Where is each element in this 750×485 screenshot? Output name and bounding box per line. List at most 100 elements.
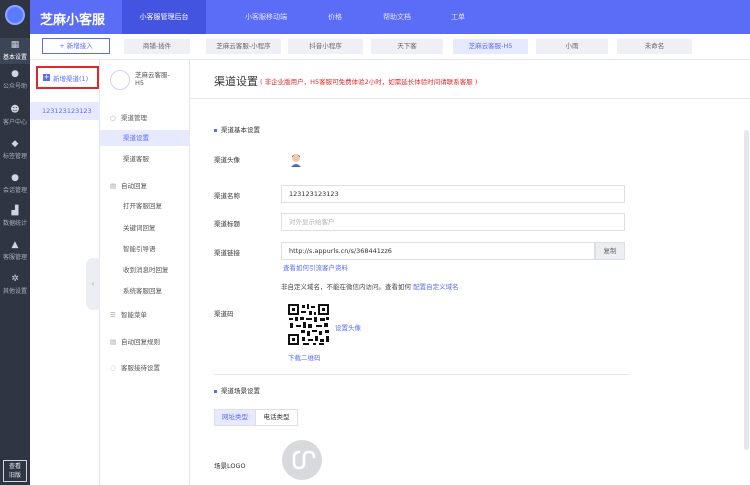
- main-content: 渠道设置 ( 非企业版用户，H5客服可免费体验2小时，如需延长体验时间请联系客服…: [190, 60, 750, 485]
- channel-item[interactable]: 123123123123: [30, 102, 100, 120]
- link-help-link[interactable]: 查看如何引流客户资料: [283, 262, 348, 272]
- rail-item-agents[interactable]: ▲ 客服管理: [0, 240, 30, 262]
- menu-group-auto-reply[interactable]: ▤ 自动回复: [110, 180, 147, 190]
- menu-group-smart-menu[interactable]: ☰ 智能菜单: [110, 309, 147, 319]
- rail-item-label: 数据统计: [2, 220, 27, 227]
- add-channel-label: 新增渠道(1): [53, 75, 89, 83]
- topnav-tickets[interactable]: 工单: [440, 0, 476, 34]
- scene-tab-url[interactable]: 网址类型: [214, 409, 256, 426]
- rail-item-official-account[interactable]: ● 公众号助: [0, 69, 30, 91]
- app-logo-icon[interactable]: [5, 5, 25, 25]
- section-divider: [214, 374, 630, 375]
- rail-item-label: 客服管理: [2, 254, 27, 261]
- plus-icon: +: [43, 73, 50, 81]
- link-label: 渠道链接: [214, 249, 240, 257]
- rail-item-other-settings[interactable]: ✲ 其他设置: [0, 274, 30, 296]
- menu-item-system-reply[interactable]: 系统客服回复: [100, 283, 190, 299]
- section-scene-title: 渠道场景设置: [214, 385, 260, 395]
- link-icon: ○: [110, 114, 116, 122]
- collapse-panel-button[interactable]: ‹: [86, 258, 100, 310]
- rule-icon: ▤: [110, 338, 117, 346]
- channel-avatar-icon[interactable]: [290, 153, 302, 167]
- title-divider: [190, 98, 750, 99]
- custom-domain-link[interactable]: 配置自定义域名: [413, 283, 459, 291]
- brand-title: 芝麻小客服: [40, 13, 106, 28]
- menu-group-label: 智能菜单: [121, 311, 147, 319]
- topnav-docs[interactable]: 帮助文档: [367, 0, 427, 34]
- link-icon: [292, 450, 316, 470]
- tab-tianxiake[interactable]: 天下客: [371, 39, 443, 54]
- topnav-mobile[interactable]: 小客服移动端: [226, 0, 306, 34]
- rail-item-label: 其他设置: [2, 288, 27, 295]
- grid-icon: ▦: [10, 40, 20, 50]
- rail-item-basic-settings[interactable]: ▦ 基本设置: [0, 38, 30, 64]
- rail-item-label: 标签管理: [2, 153, 27, 160]
- rail-item-customers[interactable]: ☻ 客户中心: [0, 105, 30, 127]
- set-avatar-link[interactable]: 设置头像: [335, 322, 361, 332]
- tab-xiaoyu[interactable]: 小雨: [536, 39, 608, 54]
- domain-note-text: 非自定义域名，不能在微信内访问。查看如何: [281, 283, 414, 291]
- copy-link-button[interactable]: 复制: [595, 242, 625, 260]
- rail-item-sessions[interactable]: ● 会话管理: [0, 173, 30, 195]
- rail-item-label: 客户中心: [2, 119, 27, 126]
- menu-group-label: 客服接待设置: [121, 364, 160, 372]
- tab-shop-plugin[interactable]: 商铺-插件: [124, 39, 190, 54]
- site-avatar-icon: [110, 70, 130, 90]
- menu-group-reply-rules[interactable]: ▤ 自动回复规则: [110, 336, 160, 346]
- channel-name-input[interactable]: 123123123123: [281, 185, 625, 203]
- rail-item-label: 基本设置: [2, 54, 27, 61]
- menu-item-keyword-reply[interactable]: 关键词回复: [100, 220, 190, 236]
- tab-h5[interactable]: 芝麻云客服-H5: [453, 39, 528, 54]
- scene-logo-label: 场景LOGO: [214, 462, 246, 470]
- menu-item-smart-guide[interactable]: 智能引导语: [100, 241, 190, 257]
- menu-icon: ☰: [110, 311, 116, 319]
- rail-item-label: 会话管理: [2, 187, 27, 194]
- main-scrollbar[interactable]: [744, 130, 749, 450]
- users-icon: ☻: [10, 105, 20, 115]
- menu-item-channel-settings[interactable]: 渠道设置: [100, 130, 190, 146]
- top-bar: 芝麻小客服 小客服管理后台 小客服移动端 价格 帮助文档 工单: [30, 0, 750, 34]
- trial-note: ( 非企业版用户，H5客服可免费体验2小时，如需延长体验时间请联系客服 ): [260, 78, 478, 86]
- chat-icon: ●: [11, 69, 19, 79]
- reply-icon: ▤: [110, 182, 117, 190]
- menu-item-channel-agents[interactable]: 渠道客服: [100, 151, 190, 167]
- qr-label: 渠道码: [214, 310, 234, 318]
- topnav-admin[interactable]: 小客服管理后台: [122, 0, 206, 34]
- tab-douyin[interactable]: 抖音小程序: [288, 39, 363, 54]
- scene-tab-phone[interactable]: 电话类型: [255, 409, 298, 426]
- menu-group-channel[interactable]: ○ 渠道管理: [110, 112, 147, 122]
- topnav-pricing[interactable]: 价格: [310, 0, 360, 34]
- headset-icon: ◌: [110, 364, 116, 372]
- rail-item-stats[interactable]: ▟ 数据统计: [0, 207, 30, 228]
- message-icon: ●: [11, 173, 19, 183]
- tab-unnamed[interactable]: 未命名: [617, 39, 692, 54]
- add-access-button[interactable]: + 新增接入: [42, 38, 110, 54]
- download-qr-link[interactable]: 下载二维码: [288, 352, 321, 362]
- tag-icon: ◆: [11, 139, 19, 149]
- view-old-version-button[interactable]: 查看 旧版: [3, 460, 27, 482]
- add-channel-button[interactable]: + 新增渠道(1): [36, 66, 99, 89]
- channel-link-input[interactable]: http://s.appurls.cn/s/368441zz6: [281, 242, 595, 260]
- menu-item-open-reply[interactable]: 打开客服回复: [100, 198, 190, 214]
- rail-item-tags[interactable]: ◆ 标签管理: [0, 139, 30, 161]
- menu-group-reception[interactable]: ◌ 客服接待设置: [110, 362, 160, 372]
- channel-qr-code: [287, 303, 330, 346]
- menu-group-label: 自动回复: [121, 182, 147, 190]
- page-title: 渠道设置: [214, 75, 258, 88]
- left-rail: ▦ 基本设置 ● 公众号助 ☻ 客户中心 ◆ 标签管理 ● 会话管理 ▟ 数据统…: [0, 0, 30, 485]
- rail-item-label: 公众号助: [2, 83, 27, 90]
- scene-logo-upload[interactable]: [282, 440, 322, 480]
- avatar-label: 渠道头像: [214, 156, 240, 164]
- chevron-left-icon: ‹: [91, 280, 95, 288]
- person-icon: ▲: [11, 240, 19, 250]
- gear-icon: ✲: [11, 274, 19, 284]
- menu-item-message-reply[interactable]: 收到消息时回复: [100, 262, 190, 278]
- title-label: 渠道标题: [214, 220, 240, 228]
- domain-note: 非自定义域名，不能在微信内访问。查看如何 配置自定义域名: [281, 281, 459, 291]
- channel-title-input[interactable]: 对外显示给客户: [281, 213, 625, 231]
- tab-miniprogram[interactable]: 芝麻云客服-小程序: [206, 39, 281, 54]
- name-label: 渠道名称: [214, 192, 240, 200]
- settings-menu: 芝麻云客服-H5 ○ 渠道管理 渠道设置 渠道客服 ▤ 自动回复 打开客服回复 关键…: [100, 60, 190, 485]
- menu-group-label: 渠道管理: [121, 114, 147, 122]
- site-name: 芝麻云客服-H5: [135, 71, 170, 87]
